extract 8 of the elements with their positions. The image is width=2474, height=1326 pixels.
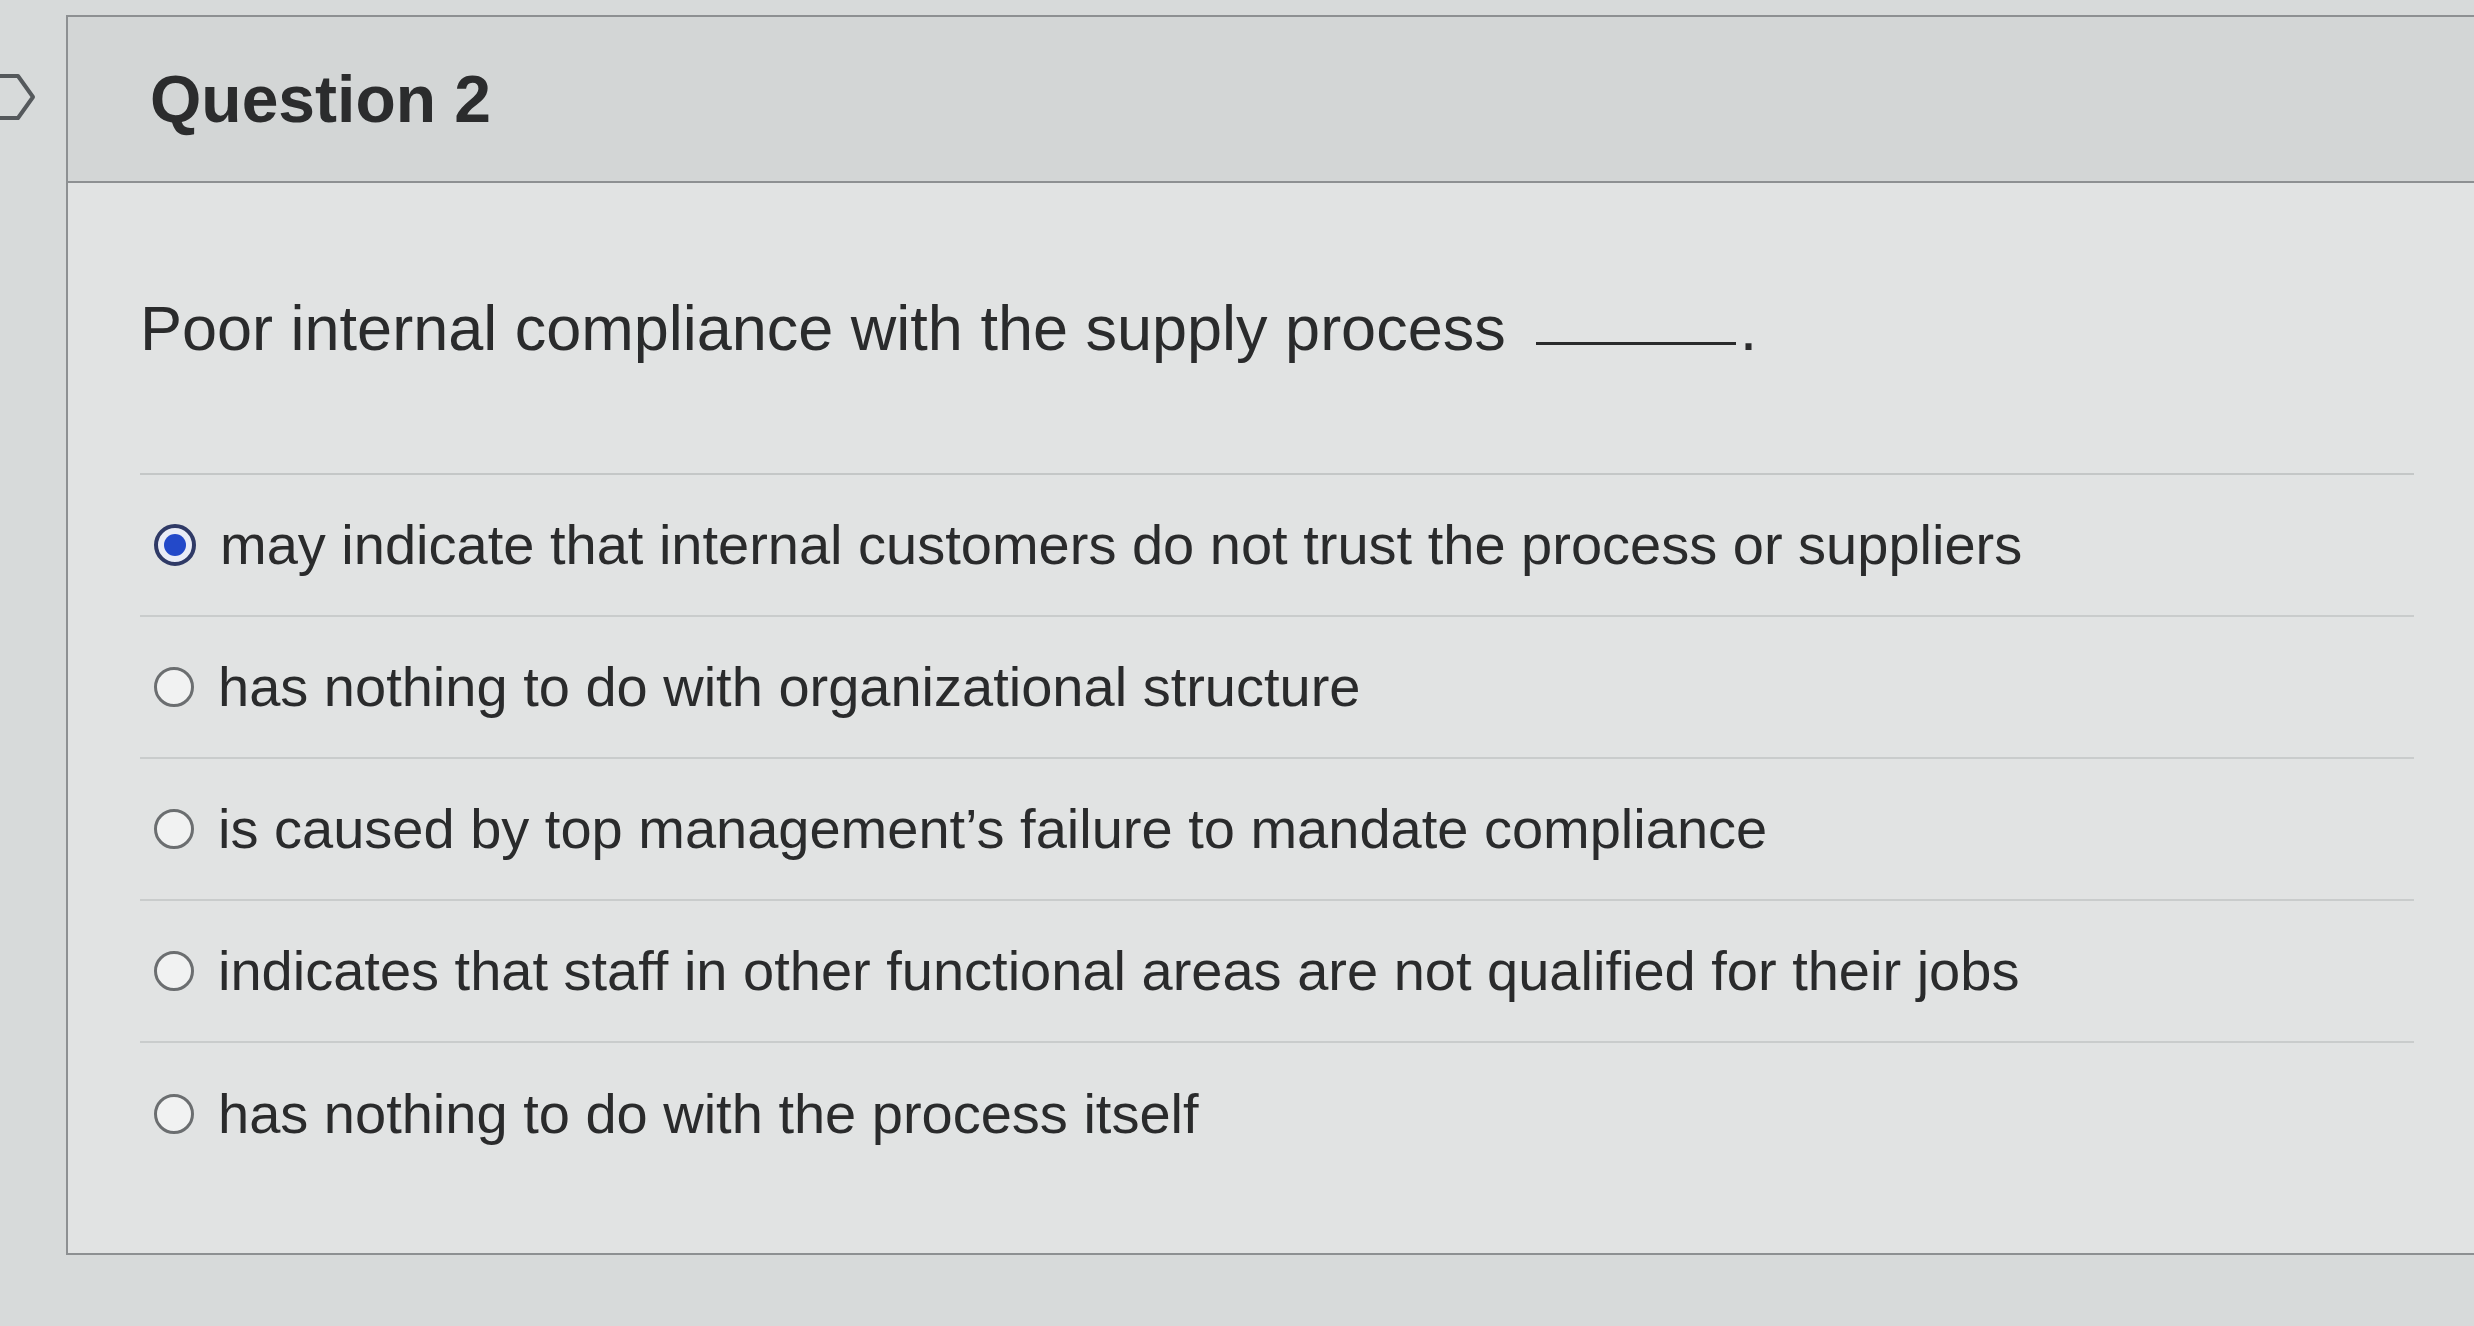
radio-button[interactable]	[154, 667, 194, 707]
radio-button[interactable]	[154, 1094, 194, 1134]
radio-button[interactable]	[154, 809, 194, 849]
question-title: Question 2	[150, 60, 492, 138]
radio-button[interactable]	[154, 524, 196, 566]
question-punctuation: .	[1739, 296, 1758, 360]
chevron-right-icon[interactable]	[0, 72, 36, 122]
radio-button[interactable]	[154, 951, 194, 991]
